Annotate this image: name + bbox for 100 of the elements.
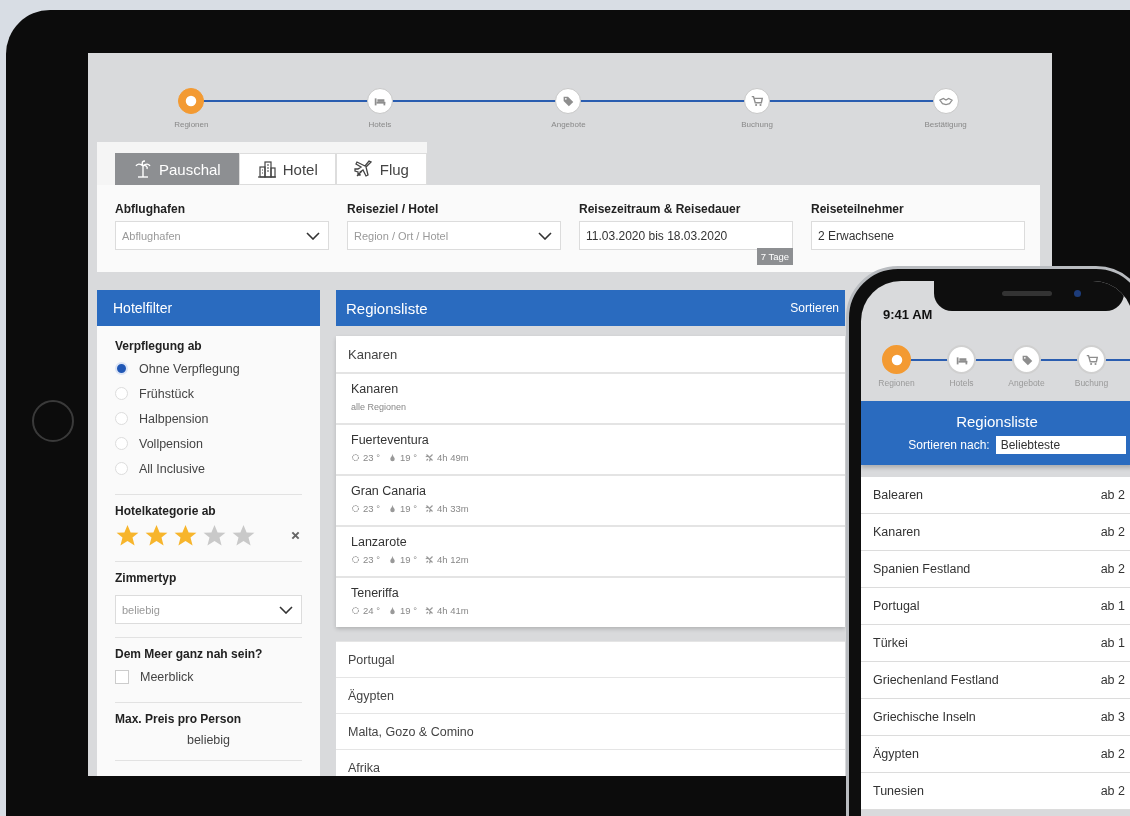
step-circle[interactable] (882, 345, 911, 374)
region-name: Fuerteventura (351, 433, 430, 447)
radio-button[interactable] (115, 437, 128, 450)
region-group-header[interactable]: Kanaren (336, 336, 845, 372)
section-title: Max. Preis pro Person (115, 712, 243, 726)
step-circle[interactable] (1012, 345, 1041, 374)
region-name: Griechenland Festland (873, 673, 999, 687)
step-label: Hotels (368, 120, 392, 129)
sun-icon (351, 606, 360, 615)
region-item[interactable]: Teneriffa 24 ° 19 ° 4h 41m (336, 576, 845, 627)
panel-title: Regionsliste (346, 299, 428, 317)
air-temperature: 23 ° (363, 503, 380, 514)
star-icon[interactable] (173, 523, 198, 548)
step-label: Buchung (741, 120, 773, 129)
region-item[interactable]: Gran Canaria 23 ° 19 ° 4h 33m (336, 474, 845, 525)
step-circle[interactable] (178, 88, 205, 114)
step-circle[interactable] (366, 88, 393, 114)
input-field[interactable]: 2 Erwachsene (811, 221, 1025, 250)
region-row[interactable]: Balearen ab 2 (861, 477, 1130, 514)
input-field[interactable]: 11.03.2020 bis 18.03.2020 (579, 221, 793, 250)
search-tab[interactable]: Hotel (238, 153, 336, 185)
section-title: Dem Meer ganz nah sein? (115, 647, 264, 661)
region-row[interactable]: Tunesien ab 2 (861, 773, 1130, 810)
region-row[interactable]: Kanaren ab 2 (861, 514, 1130, 551)
air-temperature: 23 ° (363, 452, 380, 463)
chevron-down-icon (538, 231, 552, 240)
price-text: ab 2 (1100, 784, 1125, 798)
region-group-row[interactable]: Malta, Gozo & Comino (336, 713, 845, 749)
sort-label: Sortieren (790, 301, 839, 315)
chevron-down-icon (279, 605, 293, 614)
step-label: Buchung (1074, 378, 1109, 388)
step-label: Bestätigung (924, 120, 967, 129)
region-name: Spanien Festland (873, 562, 971, 576)
water-temperature: 19 ° (400, 452, 418, 463)
radio-button[interactable] (115, 387, 128, 400)
sun-icon (351, 555, 360, 564)
duration-badge: 7 Tage (756, 248, 793, 265)
region-row[interactable]: Griechische Inseln ab 3 (861, 699, 1130, 736)
region-group-row[interactable]: Afrika (336, 749, 845, 776)
flight-duration: 4h 41m (437, 605, 469, 616)
list-title: Regionsliste (956, 412, 1038, 430)
region-row[interactable]: Ägypten ab 2 (861, 736, 1130, 773)
radio-label: Vollpension (139, 436, 203, 451)
star-icon[interactable] (115, 523, 140, 548)
radio-label: Frühstück (139, 386, 194, 401)
drop-icon (388, 453, 397, 462)
plane-icon (425, 453, 435, 462)
radio-button[interactable] (115, 462, 128, 475)
price-text: ab 2 (1100, 488, 1125, 502)
drop-icon (388, 504, 397, 513)
price-text: ab 2 (1100, 562, 1125, 576)
region-name: Gran Canaria (351, 484, 428, 498)
star-icon[interactable] (144, 523, 169, 548)
region-note: alle Regionen (351, 402, 408, 412)
region-row[interactable]: Griechenland Festland ab 2 (861, 662, 1130, 699)
region-item[interactable]: Lanzarote 23 ° 19 ° 4h 12m (336, 525, 845, 576)
step-label: Angebote (551, 120, 586, 129)
step-circle[interactable] (555, 88, 582, 114)
star-icon[interactable] (231, 523, 256, 548)
air-temperature: 24 ° (363, 605, 380, 616)
plane-icon (353, 159, 374, 179)
step-circle[interactable] (744, 88, 771, 114)
region-name: Portugal (873, 599, 920, 613)
radio-button[interactable] (115, 412, 128, 425)
region-name: Balearen (873, 488, 924, 502)
sort-select[interactable]: Beliebteste (995, 435, 1126, 454)
region-item[interactable]: Kanaren alle Regionen (336, 372, 845, 423)
search-tab[interactable]: Flug (335, 153, 427, 185)
star-rating[interactable] (115, 523, 256, 548)
region-item[interactable]: Fuerteventura 23 ° 19 ° 4h 49m (336, 423, 845, 474)
building-icon (256, 159, 277, 179)
step-circle[interactable] (1077, 345, 1106, 374)
step-circle[interactable] (947, 345, 976, 374)
radio-button[interactable] (115, 362, 128, 375)
radio-label: All Inclusive (139, 461, 205, 476)
plane-icon (425, 504, 435, 513)
region-name: Türkei (873, 636, 908, 650)
field-label: Reiseteilnehmer (811, 202, 905, 216)
section-title: Zimmertyp (115, 571, 178, 585)
region-name: Kanaren (351, 382, 400, 396)
region-row[interactable]: Portugal ab 1 (861, 588, 1130, 625)
region-group-row[interactable]: Ägypten (336, 677, 845, 713)
water-temperature: 19 ° (400, 503, 418, 514)
flight-duration: 4h 12m (437, 554, 469, 565)
price-value: beliebig (186, 733, 231, 747)
region-name: Ägypten (873, 747, 919, 761)
step-circle[interactable] (932, 88, 959, 114)
region-row[interactable]: Spanien Festland ab 2 (861, 551, 1130, 588)
price-text: ab 3 (1100, 710, 1125, 724)
region-row[interactable]: Türkei ab 1 (861, 625, 1130, 662)
checkbox[interactable] (115, 669, 129, 684)
star-icon[interactable] (202, 523, 227, 548)
palm-tree-icon (133, 159, 153, 179)
region-name: Kanaren (873, 525, 921, 539)
field-label: Reisezeitraum & Reisedauer (579, 202, 742, 216)
region-group-row[interactable]: Portugal (336, 641, 845, 677)
clear-icon[interactable] (291, 531, 300, 540)
panel-title: Hotelfilter (113, 300, 173, 316)
step-label: Angebote (1008, 378, 1045, 388)
sun-icon (351, 453, 360, 462)
